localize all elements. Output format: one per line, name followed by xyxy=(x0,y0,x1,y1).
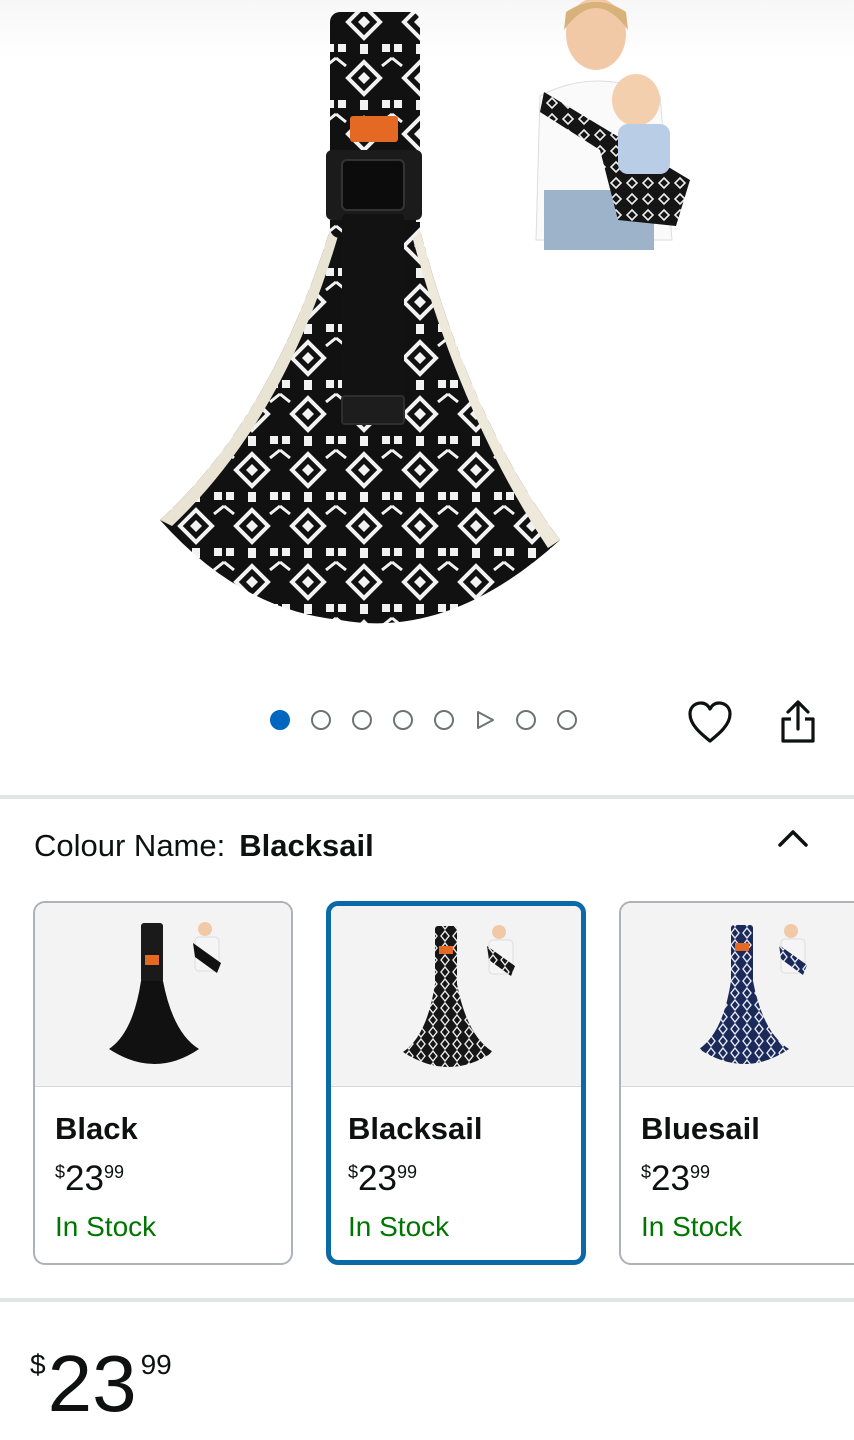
stock-status: In Stock xyxy=(55,1211,157,1242)
colour-option-thumbnail xyxy=(621,903,854,1087)
share-icon xyxy=(781,700,815,743)
carousel-dot[interactable] xyxy=(557,710,577,730)
colour-option-price: $23 99 xyxy=(55,1159,124,1199)
colour-option-price: $23 99 xyxy=(641,1159,710,1199)
price-whole: 23 xyxy=(65,1159,104,1198)
model-inset-image xyxy=(535,0,690,250)
collapse-colour-button[interactable] xyxy=(768,818,818,858)
wishlist-button[interactable] xyxy=(684,696,736,748)
chevron-up-icon xyxy=(778,830,808,847)
stock-status: In Stock xyxy=(348,1211,450,1242)
currency-symbol: $ xyxy=(348,1162,359,1182)
price-fraction: 99 xyxy=(396,1162,417,1182)
carousel-dot[interactable] xyxy=(434,710,454,730)
colour-option-name: Blacksail xyxy=(348,1111,483,1146)
colour-option-black[interactable]: Black $23 99 In Stock xyxy=(33,901,293,1265)
price-whole: 23 xyxy=(47,1339,137,1428)
carousel-dot[interactable] xyxy=(516,710,536,730)
section-divider xyxy=(0,795,854,799)
colour-option-bluesail[interactable]: Bluesail $23 99 In Stock xyxy=(619,901,854,1265)
heart-icon xyxy=(688,701,732,743)
colour-option-thumbnail xyxy=(35,903,291,1087)
colour-option-blacksail[interactable]: Blacksail $23 99 In Stock xyxy=(326,901,586,1265)
share-button[interactable] xyxy=(772,696,824,748)
carousel-video-play-icon[interactable] xyxy=(475,710,495,730)
price-fraction: 99 xyxy=(103,1162,124,1182)
stock-status: In Stock xyxy=(641,1211,743,1242)
currency-symbol: $ xyxy=(641,1162,652,1182)
colour-option-name: Bluesail xyxy=(641,1111,760,1146)
carousel-dot-active[interactable] xyxy=(270,710,290,730)
carousel-dot[interactable] xyxy=(311,710,331,730)
colour-name-value: Blacksail xyxy=(239,828,374,863)
price-fraction: 99 xyxy=(689,1162,710,1182)
carousel-dot[interactable] xyxy=(352,710,372,730)
colour-name-label: Colour Name: xyxy=(34,828,226,863)
price-whole: 23 xyxy=(358,1159,397,1198)
currency-symbol: $ xyxy=(30,1349,46,1380)
colour-option-price: $23 99 xyxy=(348,1159,417,1199)
product-price: $23 99 xyxy=(30,1344,172,1424)
carousel-dot[interactable] xyxy=(393,710,413,730)
carousel-indicator xyxy=(270,706,598,734)
colour-option-name: Black xyxy=(55,1111,138,1146)
section-divider xyxy=(0,1298,854,1302)
currency-symbol: $ xyxy=(55,1162,66,1182)
product-image xyxy=(160,0,690,624)
product-image-carousel[interactable] xyxy=(0,0,854,690)
colour-option-thumbnail xyxy=(331,906,581,1087)
price-whole: 23 xyxy=(651,1159,690,1198)
price-fraction: 99 xyxy=(140,1349,172,1380)
colour-name-row: Colour Name: Blacksail xyxy=(34,826,374,866)
